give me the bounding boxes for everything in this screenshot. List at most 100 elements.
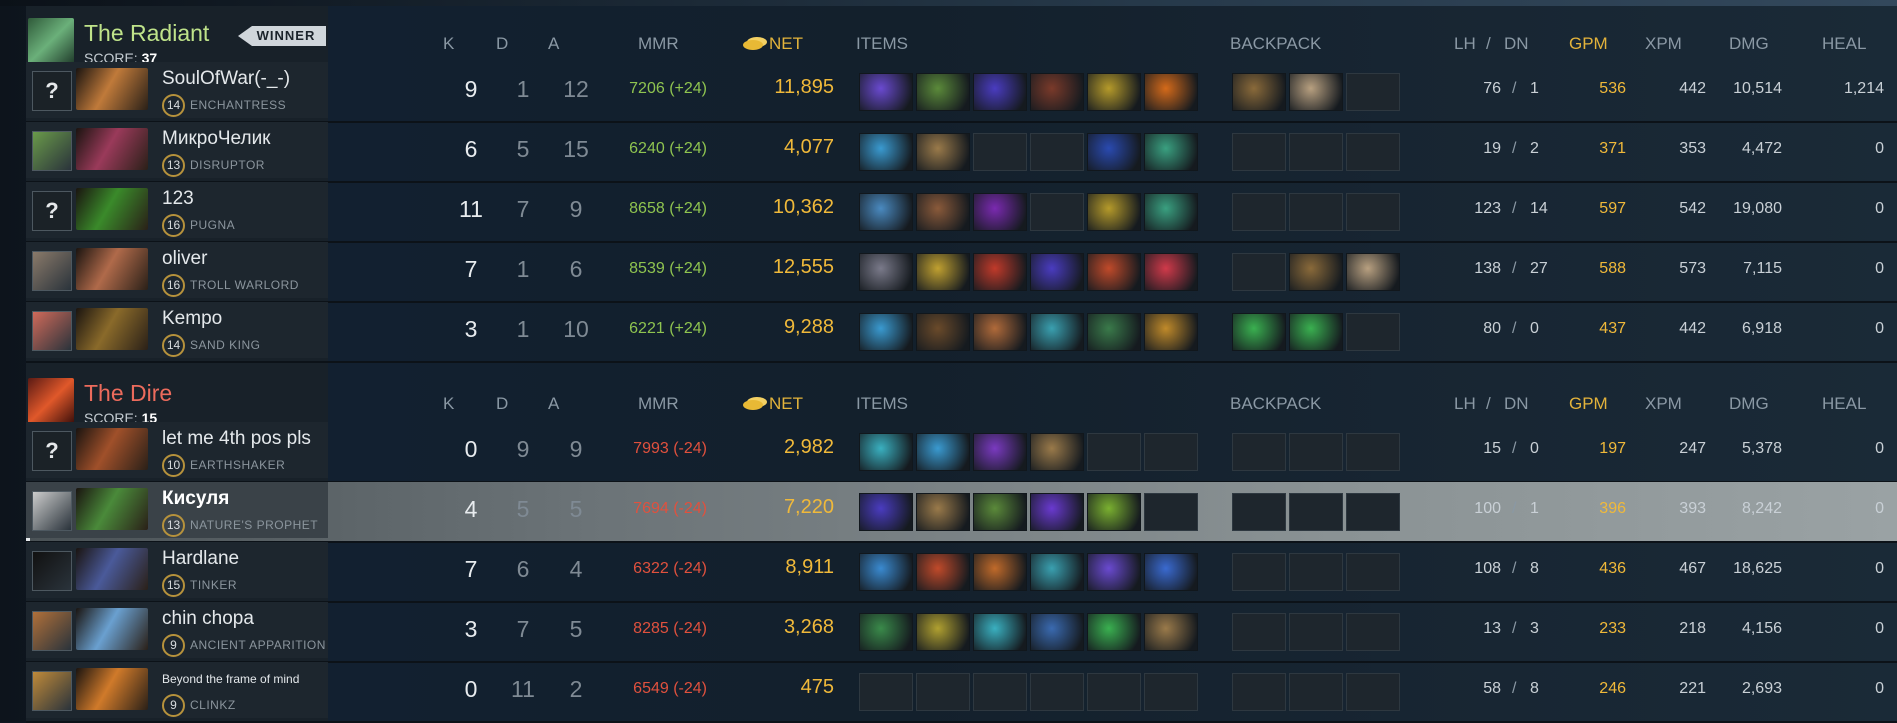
player-row[interactable]: chin chopa 9 ANCIENT APPARITION 3 7 5 8285 (-2… [26, 602, 1897, 662]
item-slot[interactable] [1030, 253, 1084, 291]
hero-portrait[interactable] [76, 248, 148, 290]
unknown-avatar[interactable]: ? [32, 431, 72, 471]
item-slot[interactable] [973, 613, 1027, 651]
item-slot[interactable] [1087, 133, 1141, 171]
item-slot[interactable] [859, 133, 913, 171]
backpack-slot[interactable] [1232, 73, 1286, 111]
item-slot[interactable] [1144, 73, 1198, 111]
avatar[interactable] [32, 551, 72, 591]
player-name[interactable]: МикроЧелик [162, 128, 271, 150]
player-row[interactable]: ? SoulOfWar(-_-) 14 ENCHANTRESS 9 1 12 7206 (+2… [26, 62, 1897, 122]
player-cell[interactable]: Kempo 14 SAND KING [26, 302, 328, 358]
player-row[interactable]: ? 123 16 PUGNA 11 7 9 8658 (+24) 10,362 123/14 597… [26, 182, 1897, 242]
item-slot[interactable] [1144, 313, 1198, 351]
item-slot[interactable] [916, 73, 970, 111]
item-slot[interactable] [916, 613, 970, 651]
hero-portrait[interactable] [76, 548, 148, 590]
item-slot[interactable] [1144, 613, 1198, 651]
player-name[interactable]: Beyond the frame of mind [162, 672, 299, 686]
item-slot[interactable] [859, 313, 913, 351]
player-row[interactable]: Beyond the frame of mind 9 CLINKZ 0 11 2 6549 … [26, 662, 1897, 722]
avatar[interactable] [32, 671, 72, 711]
player-row[interactable]: МикроЧелик 13 DISRUPTOR 6 5 15 6240 (+24) 4,077… [26, 122, 1897, 182]
player-cell[interactable]: chin chopa 9 ANCIENT APPARITION [26, 602, 328, 658]
avatar[interactable] [32, 491, 72, 531]
item-slot[interactable] [1030, 553, 1084, 591]
item-slot[interactable] [1144, 133, 1198, 171]
unknown-avatar[interactable]: ? [32, 191, 72, 231]
player-cell[interactable]: ? let me 4th pos pls 10 EARTHSHAKER [26, 422, 328, 478]
hero-portrait[interactable] [76, 68, 148, 110]
player-cell[interactable]: Beyond the frame of mind 9 CLINKZ [26, 662, 328, 718]
item-slot[interactable] [1030, 73, 1084, 111]
item-slot[interactable] [1030, 433, 1084, 471]
player-cell[interactable]: Кисуля 13 NATURE'S PROPHET [26, 482, 328, 538]
item-slot[interactable] [916, 253, 970, 291]
item-slot[interactable] [916, 553, 970, 591]
item-slot[interactable] [1087, 253, 1141, 291]
item-slot[interactable] [859, 613, 913, 651]
player-name[interactable]: 123 [162, 188, 194, 210]
item-slot[interactable] [859, 253, 913, 291]
player-row[interactable]: Kempo 14 SAND KING 3 1 10 6221 (+24) 9,288 80/0 4… [26, 302, 1897, 362]
item-slot[interactable] [973, 73, 1027, 111]
backpack-slot[interactable] [1346, 253, 1400, 291]
item-slot[interactable] [1030, 493, 1084, 531]
hero-portrait[interactable] [76, 668, 148, 710]
item-slot[interactable] [916, 133, 970, 171]
item-slot[interactable] [859, 493, 913, 531]
player-name[interactable]: Kempo [162, 308, 222, 330]
item-slot[interactable] [1030, 613, 1084, 651]
item-slot[interactable] [916, 493, 970, 531]
item-slot[interactable] [1087, 553, 1141, 591]
hero-portrait[interactable] [76, 608, 148, 650]
hero-portrait[interactable] [76, 188, 148, 230]
item-slot[interactable] [859, 193, 913, 231]
player-name[interactable]: oliver [162, 248, 207, 270]
item-slot[interactable] [1087, 613, 1141, 651]
backpack-slot[interactable] [1289, 253, 1343, 291]
avatar[interactable] [32, 131, 72, 171]
avatar[interactable] [32, 311, 72, 351]
item-slot[interactable] [916, 193, 970, 231]
player-name[interactable]: Hardlane [162, 548, 239, 570]
item-slot[interactable] [973, 493, 1027, 531]
item-slot[interactable] [916, 313, 970, 351]
player-row[interactable]: oliver 16 TROLL WARLORD 7 1 6 8539 (+24) 12,555… [26, 242, 1897, 302]
player-row[interactable]: Кисуля 13 NATURE'S PROPHET 4 5 5 7694 (-24) 7,2… [26, 482, 1897, 542]
item-slot[interactable] [1087, 73, 1141, 111]
backpack-slot[interactable] [1289, 73, 1343, 111]
item-slot[interactable] [973, 253, 1027, 291]
item-slot[interactable] [1144, 253, 1198, 291]
item-slot[interactable] [1030, 313, 1084, 351]
player-cell[interactable]: Hardlane 15 TINKER [26, 542, 328, 598]
player-name[interactable]: chin chopa [162, 608, 254, 630]
player-cell[interactable]: oliver 16 TROLL WARLORD [26, 242, 328, 298]
player-name[interactable]: SoulOfWar(-_-) [162, 68, 290, 90]
player-name[interactable]: Кисуля [162, 488, 229, 510]
item-slot[interactable] [859, 433, 913, 471]
item-slot[interactable] [973, 553, 1027, 591]
player-cell[interactable]: МикроЧелик 13 DISRUPTOR [26, 122, 328, 178]
hero-portrait[interactable] [76, 488, 148, 530]
player-row[interactable]: ? let me 4th pos pls 10 EARTHSHAKER 0 9 9 7993 … [26, 422, 1897, 482]
item-slot[interactable] [1144, 193, 1198, 231]
avatar[interactable] [32, 611, 72, 651]
player-cell[interactable]: ? 123 16 PUGNA [26, 182, 328, 238]
backpack-slot[interactable] [1232, 313, 1286, 351]
hero-portrait[interactable] [76, 308, 148, 350]
hero-portrait[interactable] [76, 428, 148, 470]
avatar[interactable] [32, 251, 72, 291]
hero-portrait[interactable] [76, 128, 148, 170]
item-slot[interactable] [973, 193, 1027, 231]
item-slot[interactable] [1087, 193, 1141, 231]
item-slot[interactable] [1144, 553, 1198, 591]
item-slot[interactable] [859, 73, 913, 111]
player-cell[interactable]: ? SoulOfWar(-_-) 14 ENCHANTRESS [26, 62, 328, 118]
backpack-slot[interactable] [1289, 313, 1343, 351]
item-slot[interactable] [916, 433, 970, 471]
item-slot[interactable] [973, 313, 1027, 351]
player-name[interactable]: let me 4th pos pls [162, 428, 311, 450]
item-slot[interactable] [1087, 313, 1141, 351]
unknown-avatar[interactable]: ? [32, 71, 72, 111]
